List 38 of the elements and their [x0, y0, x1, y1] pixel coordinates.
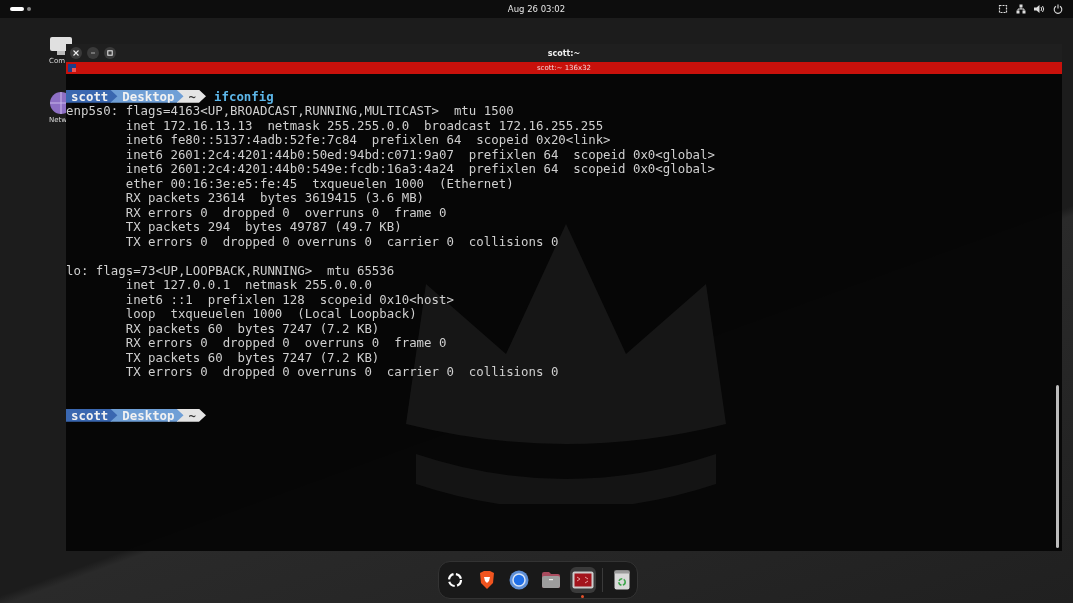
close-icon [73, 50, 79, 56]
output-line: inet 172.16.13.13 netmask 255.255.0.0 broadcast 172.16.255.255 [124, 117, 604, 133]
output-line: ether 00:16:3e:e5:fe:45 txqueuelen 1000 (Ethernet) [124, 175, 514, 191]
output-line: inet6 fe80::5137:4adb:52fe:7c84 prefixlen 64 scopeid 0x20<link> [124, 132, 611, 148]
volume-icon[interactable] [1034, 4, 1045, 14]
scrollbar[interactable] [1056, 385, 1059, 548]
minimize-button[interactable] [87, 47, 99, 59]
accessibility-icon[interactable] [998, 4, 1008, 14]
command-text: ifconfig [214, 88, 274, 104]
recycle-bin-icon[interactable] [613, 570, 630, 590]
output-line: enp5s0: flags=4163<UP,BROADCAST,RUNNING,MULTICAST> mtu 1500 [66, 103, 514, 119]
output-line: TX packets 60 bytes 7247 (7.2 KB) [124, 349, 380, 365]
output-line: TX errors 0 dropped 0 overruns 0 carrier 0 collisions 0 [124, 233, 559, 249]
output-line: RX errors 0 dropped 0 overruns 0 frame 0 [124, 204, 447, 220]
minimize-icon [90, 50, 96, 56]
output-line: RX packets 60 bytes 7247 (7.2 KB) [124, 320, 380, 336]
clock[interactable]: Aug 26 03:02 [507, 4, 566, 14]
prompt-segment: Desktop [110, 89, 185, 103]
network-icon[interactable] [1016, 4, 1026, 14]
output-line: inet6 2601:2c4:4201:44b0:50ed:94bd:c071:9a07 prefixlen 64 scopeid 0x0<global> [124, 146, 715, 162]
output-line: inet 127.0.0.1 netmask 255.0.0.0 [125, 277, 372, 293]
output-line: RX errors 0 dropped 0 overruns 0 frame 0 [124, 335, 447, 351]
maximize-button[interactable] [104, 47, 116, 59]
running-indicator [581, 595, 584, 598]
power-icon[interactable] [1053, 4, 1063, 14]
output-line: lo: flags=73<UP,LOOPBACK,RUNNING> mtu 65536 [66, 262, 395, 278]
workspace-indicator-icon[interactable] [10, 6, 32, 12]
output-line: inet6 2601:2c4:4201:44b0:549e:fcdb:16a3:4a24 prefixlen 64 scopeid 0x0<global> [124, 161, 715, 177]
output-line: RX packets 23614 bytes 3619415 (3.6 MB) [124, 190, 425, 206]
maximize-icon [107, 50, 113, 56]
output-line: inet6 ::1 prefixlen 128 scopeid 0x10<host> [124, 291, 454, 307]
window-title: scott:~ [547, 48, 581, 58]
terminal-tab-icon [68, 64, 76, 72]
output-line: TX packets 294 bytes 49787 (49.7 KB) [124, 219, 402, 235]
output-line: TX errors 0 dropped 0 overruns 0 carrier 0 collisions 0 [124, 364, 559, 380]
output-line: loop txqueuelen 1000 (Local Loopback) [124, 306, 417, 322]
close-button[interactable] [70, 47, 82, 59]
prompt-segment: Desktop [110, 408, 185, 422]
